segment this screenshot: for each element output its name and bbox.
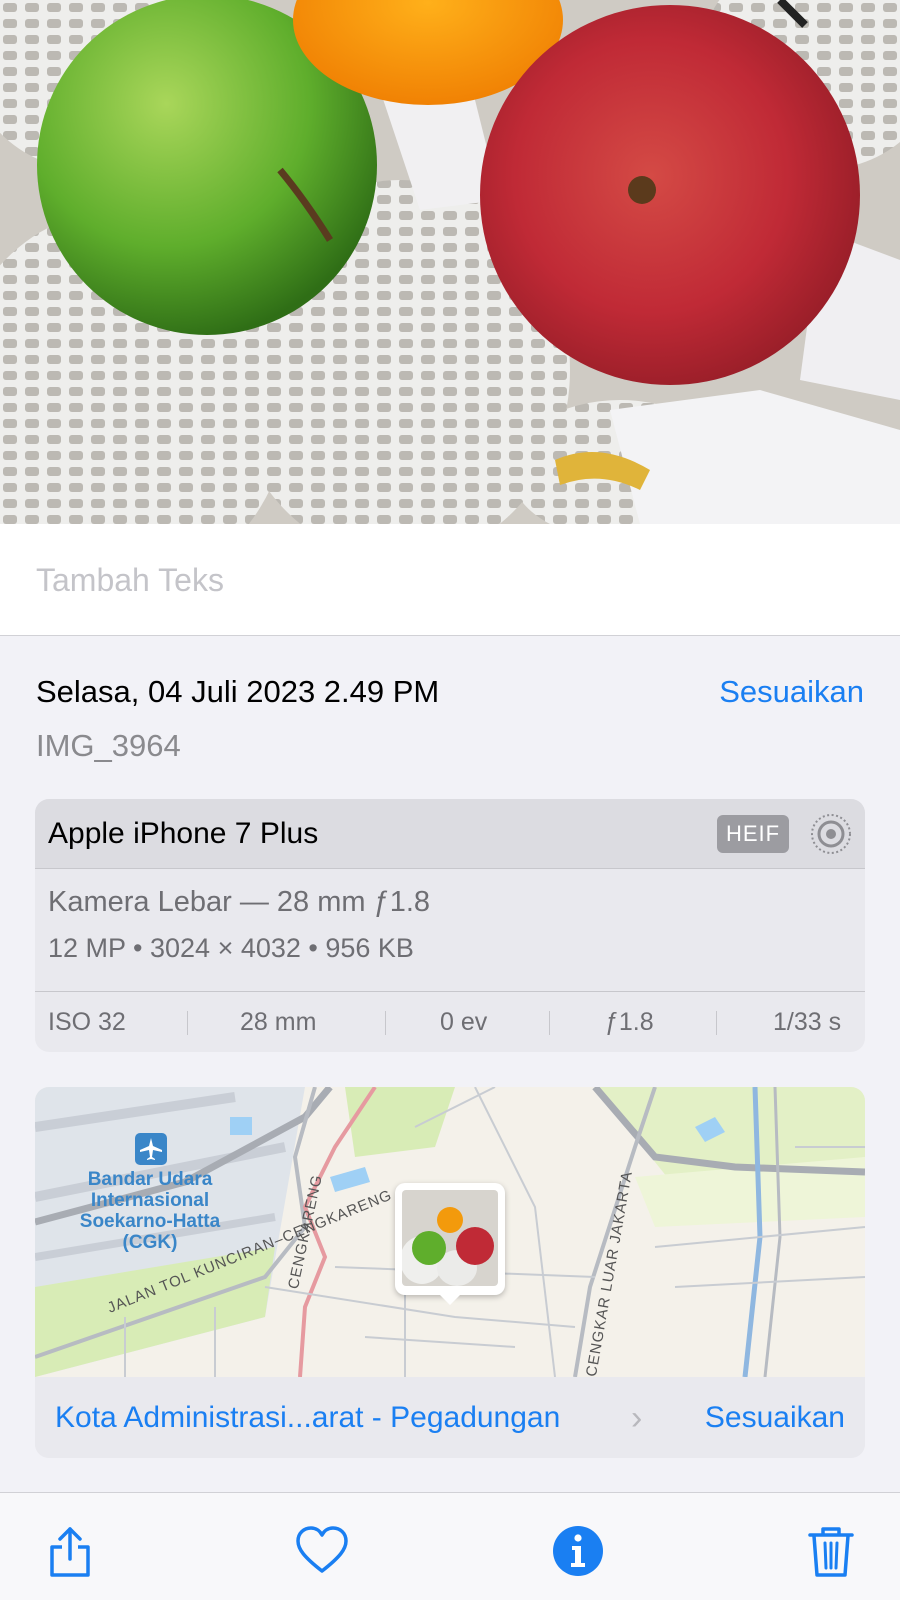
adjust-location-button[interactable]: Sesuaikan — [705, 1401, 845, 1435]
chevron-right-icon[interactable]: › — [631, 1399, 642, 1438]
adjust-date-button[interactable]: Sesuaikan — [719, 674, 864, 710]
exif-focal-length: 28 mm — [240, 1008, 317, 1036]
location-card: Bandar Udara Internasional Soekarno-Hatt… — [35, 1087, 865, 1458]
exif-shutter-speed: 1/33 s — [773, 1008, 842, 1036]
format-badge: HEIF — [717, 815, 789, 853]
photo-location-pin[interactable] — [395, 1183, 505, 1295]
trash-icon[interactable] — [803, 1523, 859, 1579]
exif-aperture: ƒ1.8 — [605, 1008, 654, 1036]
photo-date: Selasa, 04 Juli 2023 2.49 PM — [36, 674, 440, 709]
pin-pointer — [436, 1291, 464, 1305]
exif-divider — [187, 1011, 188, 1035]
location-bar[interactable]: Kota Administrasi...arat - Pegadungan › … — [35, 1377, 865, 1458]
camera-info-card: Apple iPhone 7 Plus HEIF Kamera Lebar — … — [35, 799, 865, 1052]
live-photo-icon — [811, 814, 851, 854]
photo-image — [0, 0, 900, 524]
airport-icon — [135, 1133, 167, 1165]
exif-divider — [549, 1011, 550, 1035]
info-icon[interactable] — [550, 1523, 606, 1579]
caption-placeholder[interactable]: Tambah Teks — [36, 562, 224, 599]
exif-divider — [385, 1011, 386, 1035]
share-icon[interactable] — [42, 1523, 98, 1579]
bottom-toolbar — [0, 1492, 900, 1600]
camera-info-header: Apple iPhone 7 Plus HEIF — [35, 799, 865, 869]
location-name[interactable]: Kota Administrasi...arat - Pegadungan — [55, 1401, 560, 1435]
pin-thumbnail — [402, 1190, 498, 1286]
location-map[interactable]: Bandar Udara Internasional Soekarno-Hatt… — [35, 1087, 865, 1377]
exif-row: ISO 32 28 mm 0 ev ƒ1.8 1/33 s — [35, 991, 865, 1052]
heart-icon[interactable] — [294, 1523, 350, 1579]
photo-viewer[interactable] — [0, 0, 900, 524]
camera-device: Apple iPhone 7 Plus — [48, 817, 319, 850]
caption-area[interactable]: Tambah Teks — [0, 524, 900, 636]
exif-divider — [716, 1011, 717, 1035]
photo-filename: IMG_3964 — [36, 728, 181, 763]
airport-label: Bandar Udara Internasional Soekarno-Hatt… — [79, 1169, 221, 1253]
exif-iso: ISO 32 — [48, 1008, 126, 1036]
camera-lens: Kamera Lebar — 28 mm ƒ1.8 — [48, 886, 431, 918]
camera-specs: 12 MP • 3024 × 4032 • 956 KB — [48, 933, 414, 963]
exif-exposure-value: 0 ev — [440, 1008, 488, 1036]
